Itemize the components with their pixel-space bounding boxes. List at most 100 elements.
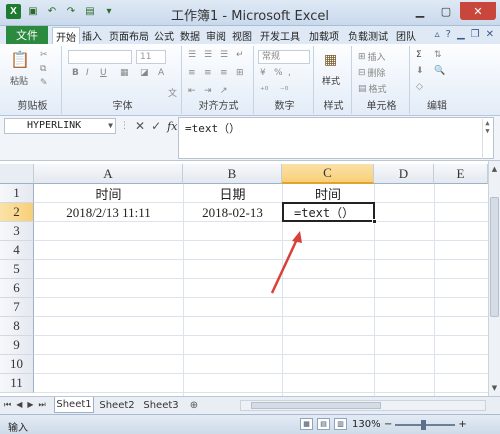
align-bottom-icon[interactable]: ☰	[220, 50, 228, 60]
sheet-tab-1[interactable]: Sheet1	[54, 397, 94, 413]
col-header-e[interactable]: E	[434, 164, 488, 184]
tab-file[interactable]: 文件	[6, 26, 48, 44]
fill-color-icon[interactable]: ◪	[140, 68, 149, 78]
vertical-scrollbar[interactable]: ▲ ▼	[488, 161, 500, 396]
col-header-a[interactable]: A	[34, 164, 183, 184]
clear-icon[interactable]: ◇	[416, 82, 423, 92]
scroll-down-icon[interactable]: ▼	[489, 382, 500, 394]
minimize-icon[interactable]: ▁	[408, 2, 432, 20]
horizontal-scroll-thumb[interactable]	[251, 402, 381, 409]
row-header-8[interactable]: 8	[0, 317, 34, 336]
normal-view-icon[interactable]: ▦	[300, 418, 313, 430]
row-header-5[interactable]: 5	[0, 260, 34, 279]
decrease-indent-icon[interactable]: ⇤	[188, 86, 196, 96]
delete-cells-button[interactable]: ⊟ 删除	[358, 66, 386, 80]
select-all-corner[interactable]	[0, 164, 34, 184]
increase-indent-icon[interactable]: ⇥	[204, 86, 212, 96]
row-header-4[interactable]: 4	[0, 241, 34, 260]
cell-b1[interactable]: 日期	[183, 184, 282, 203]
align-right-icon[interactable]: ≡	[220, 68, 228, 78]
tab-formulas[interactable]: 公式	[152, 27, 176, 44]
sort-filter-icon[interactable]: ⇅	[434, 50, 442, 60]
row-header-1[interactable]: 1	[0, 184, 34, 203]
minimize-ribbon-icon[interactable]: ▵	[435, 29, 440, 40]
row-header-11[interactable]: 11	[0, 374, 34, 393]
insert-function-icon[interactable]: fx	[167, 120, 177, 133]
align-middle-icon[interactable]: ☰	[204, 50, 212, 60]
cell-b2[interactable]: 2018-02-13	[183, 203, 282, 222]
insert-cells-button[interactable]: ⊞ 插入	[358, 50, 386, 64]
sheet-tab-3[interactable]: Sheet3	[140, 397, 182, 413]
paste-button[interactable]: 粘贴	[10, 74, 28, 87]
insert-sheet-icon[interactable]: ⊕	[184, 397, 204, 413]
cell-c1[interactable]: 时间	[282, 184, 374, 203]
currency-icon[interactable]: ¥	[260, 68, 266, 78]
horizontal-scrollbar[interactable]	[240, 400, 486, 411]
page-break-view-icon[interactable]: ▥	[334, 418, 347, 430]
name-box-dropdown-icon[interactable]: ▼	[108, 119, 113, 133]
increase-decimal-icon[interactable]: ⁺⁰	[260, 86, 268, 96]
col-header-d[interactable]: D	[374, 164, 434, 184]
align-center-icon[interactable]: ≡	[204, 68, 212, 78]
formula-expand-icon[interactable]: ▲ ▼	[482, 119, 492, 159]
cell-a1[interactable]: 时间	[34, 184, 183, 203]
row-header-3[interactable]: 3	[0, 222, 34, 241]
format-painter-icon[interactable]: ✎	[40, 78, 48, 88]
window-restore-icon[interactable]: ❐	[471, 29, 480, 40]
cell-a2[interactable]: 2018/2/13 11:11	[34, 203, 183, 222]
prev-sheet-icon[interactable]: ◀	[16, 400, 22, 410]
window-minimize-icon[interactable]: ▁	[457, 29, 465, 40]
copy-icon[interactable]: ⧉	[40, 64, 46, 74]
font-size-select[interactable]: 11	[136, 50, 166, 64]
decrease-decimal-icon[interactable]: ⁻⁰	[280, 86, 288, 96]
sheet-tab-2[interactable]: Sheet2	[96, 397, 138, 413]
percent-button[interactable]: %	[274, 68, 283, 78]
active-cell-c2[interactable]: =text（）	[282, 202, 377, 224]
zoom-knob[interactable]	[421, 419, 427, 430]
autosum-button[interactable]: Σ	[416, 50, 422, 60]
vertical-scroll-thumb[interactable]	[490, 197, 499, 317]
zoom-out-button[interactable]: −	[384, 419, 392, 430]
row-header-6[interactable]: 6	[0, 279, 34, 298]
tab-review[interactable]: 审阅	[204, 27, 228, 44]
zoom-in-button[interactable]: +	[458, 419, 466, 430]
zoom-track[interactable]	[395, 419, 456, 430]
orientation-icon[interactable]: ↗	[220, 86, 228, 96]
window-close-icon[interactable]: ✕	[486, 29, 494, 40]
tab-load-test[interactable]: 负载测试	[344, 27, 392, 44]
font-color-button[interactable]: A	[158, 68, 164, 78]
bold-button[interactable]: B	[72, 68, 79, 78]
italic-button[interactable]: I	[86, 68, 89, 78]
help-icon[interactable]: ?	[446, 29, 451, 40]
formula-input[interactable]: =text（） ▲ ▼	[178, 117, 494, 159]
row-header-7[interactable]: 7	[0, 298, 34, 317]
styles-button[interactable]: 样式	[322, 74, 340, 87]
cell-c2[interactable]: =text（）	[294, 204, 374, 220]
tab-data[interactable]: 数据	[178, 27, 202, 44]
cancel-icon[interactable]: ✕	[135, 119, 145, 133]
tab-page-layout[interactable]: 页面布局	[106, 27, 152, 44]
col-header-c[interactable]: C	[282, 164, 374, 184]
cut-icon[interactable]: ✂	[40, 50, 48, 60]
zoom-level[interactable]: 130%	[352, 419, 381, 430]
close-icon[interactable]: ✕	[460, 2, 496, 20]
underline-button[interactable]: U	[100, 68, 107, 78]
scroll-up-icon[interactable]: ▲	[489, 163, 500, 175]
tab-developer[interactable]: 开发工具	[256, 27, 304, 44]
name-box[interactable]: HYPERLINK ▼	[4, 118, 116, 134]
last-sheet-icon[interactable]: ⏭	[39, 400, 46, 410]
zoom-slider[interactable]: − +	[384, 419, 467, 430]
number-format-select[interactable]: 常规	[258, 50, 310, 64]
font-name-select[interactable]	[68, 50, 132, 64]
tab-team[interactable]: 团队	[394, 27, 418, 44]
find-select-icon[interactable]: 🔍	[434, 66, 445, 76]
tab-home[interactable]: 开始	[52, 27, 80, 44]
tab-view[interactable]: 视图	[230, 27, 254, 44]
first-sheet-icon[interactable]: ⏮	[4, 400, 11, 410]
paste-icon[interactable]: 📋	[10, 50, 30, 69]
merge-cells-icon[interactable]: ⊞	[236, 68, 244, 78]
page-layout-view-icon[interactable]: ▤	[317, 418, 330, 430]
row-header-10[interactable]: 10	[0, 355, 34, 374]
border-icon[interactable]: ▦	[120, 68, 129, 78]
next-sheet-icon[interactable]: ▶	[27, 400, 33, 410]
